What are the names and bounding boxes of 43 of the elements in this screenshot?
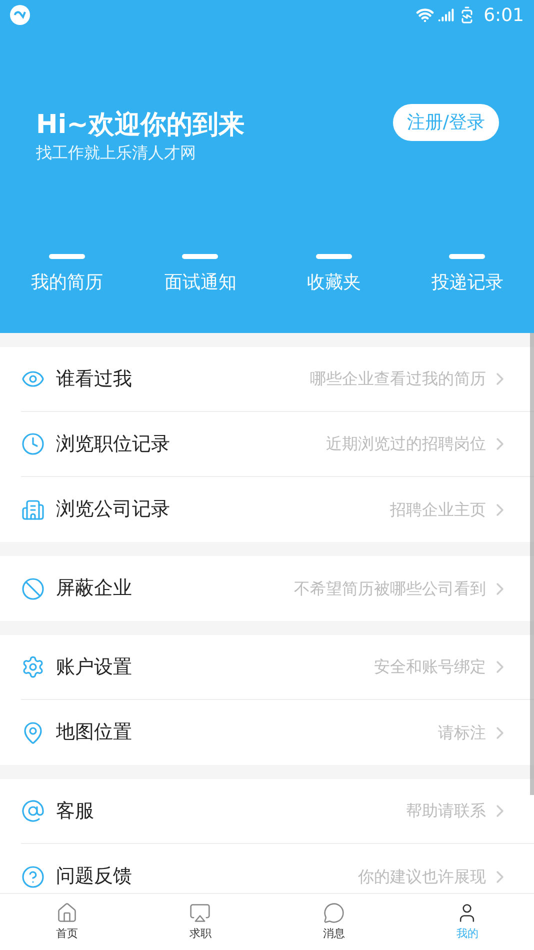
block-icon bbox=[21, 576, 45, 600]
chat-icon bbox=[322, 902, 345, 924]
help-icon bbox=[21, 864, 45, 888]
menu-row[interactable]: 账户设置 安全和账号绑定 bbox=[21, 635, 534, 700]
signal-icon bbox=[438, 7, 454, 23]
menu-label: 浏览职位记录 bbox=[56, 432, 170, 457]
menu-hint: 招聘企业主页 bbox=[390, 498, 486, 520]
welcome-subtitle: 找工作就上乐清人才网 bbox=[36, 142, 197, 164]
menu-label: 谁看过我 bbox=[56, 366, 132, 392]
welcome-title: Hi~欢迎你的到来 bbox=[36, 109, 244, 142]
nav-tab[interactable]: 求职 bbox=[134, 894, 267, 950]
home-icon bbox=[56, 902, 78, 924]
menu-row[interactable]: 客服 帮助请联系 bbox=[21, 779, 534, 844]
menu-row[interactable]: 谁看过我 哪些企业查看过我的简历 bbox=[21, 347, 534, 412]
menu-hint: 你的建议也许展现 bbox=[358, 866, 486, 888]
menu-hint: 不希望简历被哪些公司看到 bbox=[294, 578, 486, 600]
menu-row[interactable]: 屏蔽企业 不希望简历被哪些公司看到 bbox=[21, 556, 534, 621]
menu-row[interactable]: 浏览职位记录 近期浏览过的招聘岗位 bbox=[21, 412, 534, 477]
menu-label: 问题反馈 bbox=[56, 864, 132, 890]
menu-row[interactable]: 地图位置 请标注 bbox=[21, 700, 534, 765]
location-pin-icon bbox=[21, 720, 45, 744]
screen-icon bbox=[189, 902, 212, 924]
menu-hint: 帮助请联系 bbox=[406, 800, 486, 822]
menu-label: 屏蔽企业 bbox=[56, 576, 132, 602]
menu-hint: 安全和账号绑定 bbox=[374, 656, 486, 678]
nav-tab[interactable]: 首页 bbox=[0, 894, 134, 950]
settings-icon bbox=[21, 655, 45, 679]
menu-label: 地图位置 bbox=[56, 720, 132, 746]
menu-hint: 哪些企业查看过我的简历 bbox=[310, 368, 486, 390]
menu-label: 浏览公司记录 bbox=[56, 497, 170, 522]
wifi-icon bbox=[416, 6, 434, 24]
menu-hint: 请标注 bbox=[438, 722, 486, 744]
at-sign-icon bbox=[21, 799, 45, 823]
menu-hint: 近期浏览过的招聘岗位 bbox=[326, 433, 486, 455]
nav-tab[interactable]: 消息 bbox=[267, 894, 400, 950]
app-logo-icon bbox=[10, 5, 30, 25]
building-icon bbox=[21, 498, 45, 522]
menu-row[interactable]: 浏览公司记录 招聘企业主页 bbox=[21, 477, 534, 542]
menu-label: 账户设置 bbox=[56, 654, 132, 680]
menu-label: 客服 bbox=[56, 798, 94, 824]
clock-icon bbox=[21, 432, 45, 456]
menu-row[interactable]: 问题反馈 你的建议也许展现 bbox=[21, 844, 534, 893]
clock-time: 6:01 bbox=[484, 4, 524, 28]
